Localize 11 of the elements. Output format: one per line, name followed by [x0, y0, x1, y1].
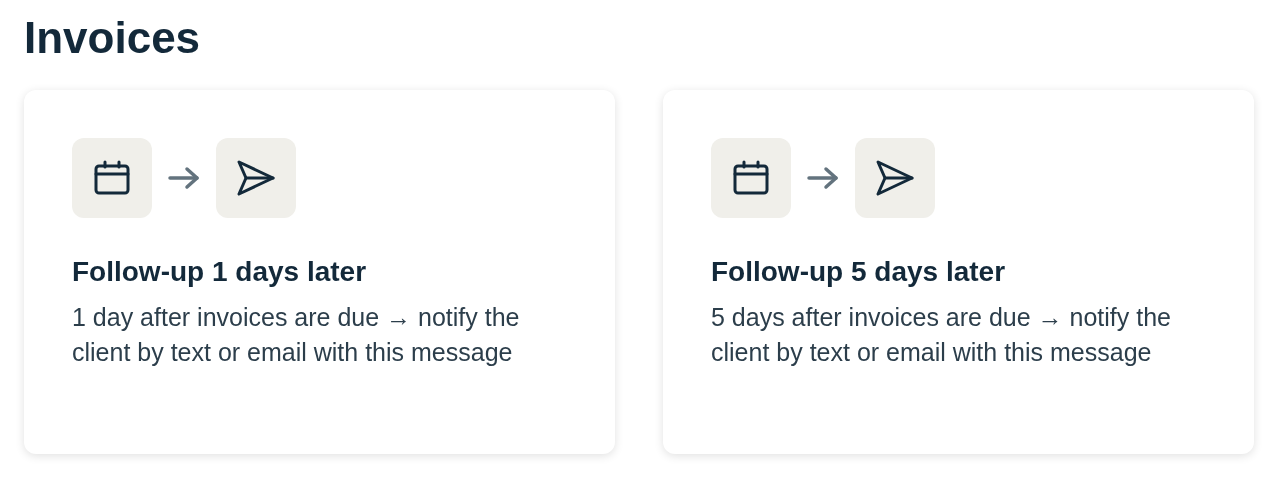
card-description: 5 days after invoices are due → notify the client by text or email with this message — [711, 302, 1172, 368]
send-icon — [236, 159, 276, 197]
arrow-icon — [807, 166, 839, 190]
arrow-icon — [168, 166, 200, 190]
send-icon — [875, 159, 915, 197]
page-title: Invoices — [24, 12, 202, 64]
calendar-icon — [732, 160, 770, 196]
card-heading: Follow-up 5 days later — [711, 256, 1007, 288]
card-description: 1 day after invoices are due → notify the client by text or email with this message — [72, 302, 521, 368]
card-heading: Follow-up 1 days later — [72, 256, 368, 288]
calendar-icon — [93, 160, 131, 196]
